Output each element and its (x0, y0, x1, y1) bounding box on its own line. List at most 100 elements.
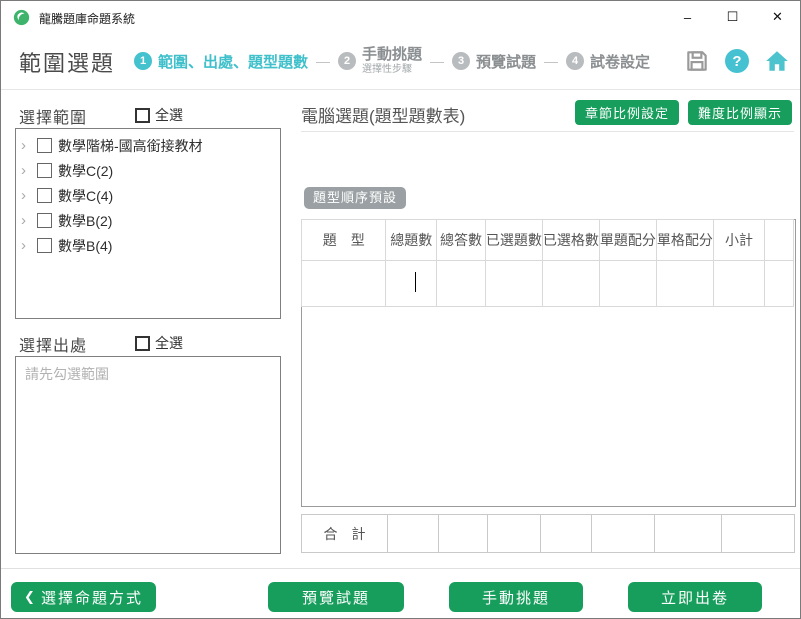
range-section-title: 選擇範圍 (19, 104, 87, 128)
tree-item-4-checkbox[interactable] (37, 238, 52, 253)
maximize-button[interactable]: ☐ (710, 1, 755, 33)
home-icon[interactable] (764, 48, 790, 74)
range-select-all[interactable]: 全選 (135, 105, 183, 125)
source-list: 請先勾選範圍 (15, 356, 281, 554)
text-cursor (415, 272, 416, 292)
total-cell (439, 515, 488, 553)
col-header-total-questions: 總題數 (386, 220, 437, 261)
tree-item-3-label: 數學B(2) (58, 211, 112, 231)
source-select-all-checkbox[interactable] (135, 336, 150, 351)
preview-exam-button[interactable]: 預覽試題 (268, 582, 404, 612)
save-icon[interactable] (684, 48, 710, 74)
window-title: 龍騰題庫命題系統 (39, 10, 135, 27)
total-cell (655, 515, 722, 553)
back-arrow-icon: ❮ (24, 589, 35, 605)
difficulty-ratio-button[interactable]: 難度比例顯示 (688, 100, 792, 125)
tree-item-3-checkbox[interactable] (37, 213, 52, 228)
total-cell (722, 515, 795, 553)
page-title: 範圍選題 (19, 46, 115, 78)
back-to-method-button[interactable]: ❮ 選擇命題方式 (11, 582, 156, 612)
col-header-blank (765, 220, 794, 261)
question-type-table-container: 題 型 總題數 總答數 已選題數 已選格數 單題配分 單格配分 小計 (301, 219, 796, 507)
tree-item-1-label: 數學C(2) (58, 161, 113, 181)
total-cell (592, 515, 655, 553)
total-cell (388, 515, 439, 553)
total-cell (541, 515, 592, 553)
step-3-circle: 3 (452, 52, 470, 70)
tree-item-1-checkbox[interactable] (37, 163, 52, 178)
range-select-all-label: 全選 (155, 105, 183, 125)
expand-chevron-icon[interactable]: › (21, 238, 37, 253)
cell-total-questions[interactable] (386, 261, 437, 307)
step-separator: — (544, 53, 558, 69)
step-4-label: 試卷設定 (590, 51, 650, 72)
cell-points-per-question[interactable] (599, 261, 656, 307)
source-section-header: 選擇出處 全選 (19, 332, 281, 356)
step-4-circle: 4 (566, 52, 584, 70)
right-panel-divider (301, 131, 794, 132)
tree-item-0-checkbox[interactable] (37, 138, 52, 153)
tree-item-0-label: 數學階梯-國高銜接教材 (58, 136, 203, 156)
expand-chevron-icon[interactable]: › (21, 188, 37, 203)
table-row[interactable] (302, 261, 794, 307)
total-cell (488, 515, 541, 553)
footer-divider (1, 568, 800, 569)
source-section-title: 選擇出處 (19, 332, 87, 356)
close-button[interactable]: ✕ (755, 1, 800, 33)
computer-selection-title: 電腦選題(題型題數表) (301, 102, 465, 127)
tree-item-0[interactable]: › 數學階梯-國高銜接教材 (16, 133, 280, 158)
table-header-row: 題 型 總題數 總答數 已選題數 已選格數 單題配分 單格配分 小計 (302, 220, 794, 261)
col-header-selected-questions: 已選題數 (485, 220, 542, 261)
cell-selected-cells[interactable] (542, 261, 599, 307)
col-header-points-per-cell: 單格配分 (656, 220, 713, 261)
source-select-all-label: 全選 (155, 333, 183, 353)
range-select-all-checkbox[interactable] (135, 108, 150, 123)
app-logo-icon (13, 9, 30, 26)
col-header-type: 題 型 (302, 220, 386, 261)
wizard-header: 範圍選題 1 範圍、出處、題型題數 — 2 手動挑題 選擇性步驟 — 3 預覽試… (1, 33, 800, 90)
step-indicator: 1 範圍、出處、題型題數 — 2 手動挑題 選擇性步驟 — 3 預覽試題 — 4… (134, 33, 650, 89)
question-type-table: 題 型 總題數 總答數 已選題數 已選格數 單題配分 單格配分 小計 (301, 219, 794, 307)
step-3: 3 預覽試題 (452, 51, 536, 72)
tree-item-2-label: 數學C(4) (58, 186, 113, 206)
step-separator: — (316, 53, 330, 69)
step-4: 4 試卷設定 (566, 51, 650, 72)
step-1-circle: 1 (134, 52, 152, 70)
expand-chevron-icon[interactable]: › (21, 138, 37, 153)
tree-item-4[interactable]: › 數學B(4) (16, 233, 280, 258)
question-order-preset-button[interactable]: 題型順序預設 (304, 187, 406, 209)
cell-selected-questions[interactable] (485, 261, 542, 307)
step-2-circle: 2 (338, 52, 356, 70)
help-icon[interactable]: ? (725, 49, 749, 73)
cell-blank[interactable] (765, 261, 794, 307)
generate-exam-button[interactable]: 立即出卷 (628, 582, 762, 612)
expand-chevron-icon[interactable]: › (21, 163, 37, 178)
total-row: 合 計 (302, 515, 795, 553)
minimize-button[interactable]: – (665, 1, 710, 33)
step-1-label: 範圍、出處、題型題數 (158, 51, 308, 72)
cell-total-answers[interactable] (437, 261, 486, 307)
cell-type[interactable] (302, 261, 386, 307)
step-separator: — (430, 53, 444, 69)
chapter-ratio-button[interactable]: 章節比例設定 (575, 100, 679, 125)
tree-item-1[interactable]: › 數學C(2) (16, 158, 280, 183)
total-row-table: 合 計 (301, 514, 795, 553)
window-controls: – ☐ ✕ (665, 1, 800, 33)
range-tree: › 數學階梯-國高銜接教材 › 數學C(2) › 數學C(4) › 數學B(2)… (15, 128, 281, 319)
step-2-label: 手動挑題 (362, 47, 422, 64)
col-header-subtotal: 小計 (713, 220, 764, 261)
expand-chevron-icon[interactable]: › (21, 213, 37, 228)
manual-pick-button[interactable]: 手動挑題 (449, 582, 583, 612)
cell-points-per-cell[interactable] (656, 261, 713, 307)
tree-item-3[interactable]: › 數學B(2) (16, 208, 280, 233)
tree-item-2[interactable]: › 數學C(4) (16, 183, 280, 208)
app-window: 龍騰題庫命題系統 – ☐ ✕ 範圍選題 1 範圍、出處、題型題數 — 2 手動挑… (0, 0, 801, 619)
col-header-selected-cells: 已選格數 (542, 220, 599, 261)
source-placeholder: 請先勾選範圍 (25, 366, 109, 382)
tree-item-2-checkbox[interactable] (37, 188, 52, 203)
source-select-all[interactable]: 全選 (135, 333, 183, 353)
tree-item-4-label: 數學B(4) (58, 236, 112, 256)
cell-subtotal[interactable] (713, 261, 764, 307)
title-bar: 龍騰題庫命題系統 – ☐ ✕ (1, 1, 800, 33)
step-1: 1 範圍、出處、題型題數 (134, 51, 308, 72)
